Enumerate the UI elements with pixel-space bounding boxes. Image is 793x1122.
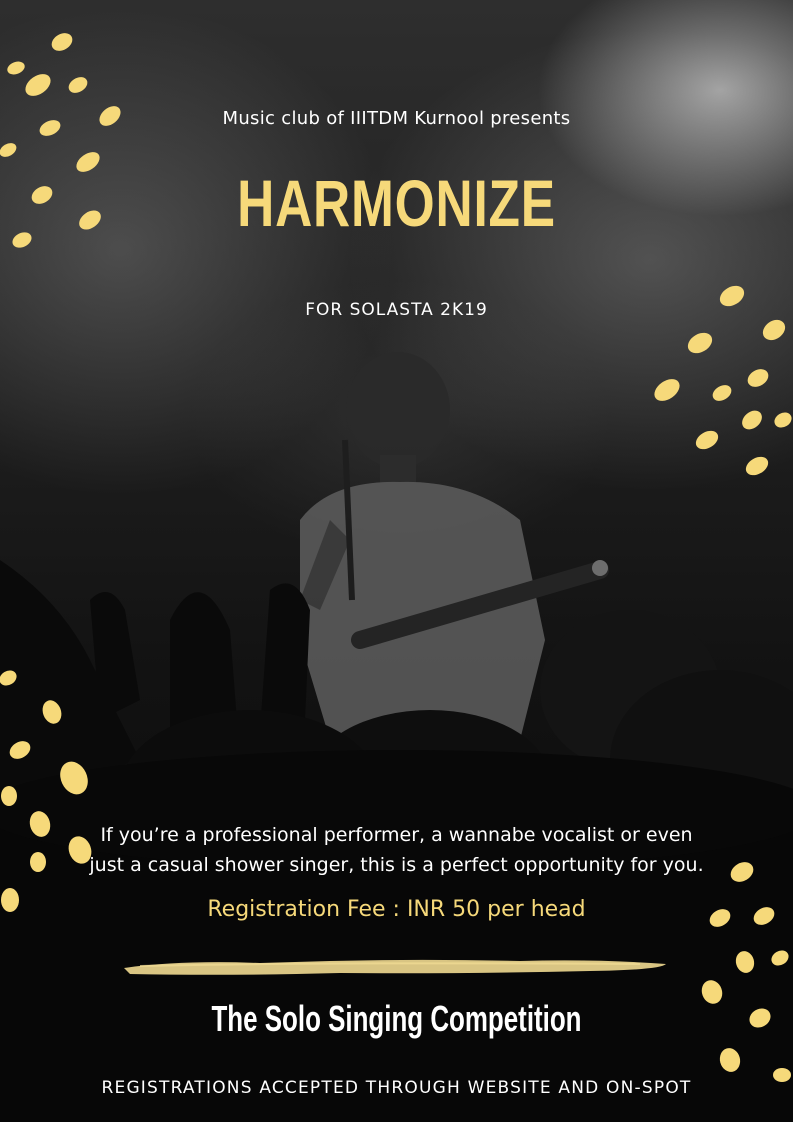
registration-fee: Registration Fee : INR 50 per head <box>207 897 586 922</box>
presenter-line: Music club of IIITDM Kurnool presents <box>222 108 571 129</box>
event-description: If you’re a professional performer, a wa… <box>0 820 793 880</box>
gold-brush-stroke-divider <box>124 959 666 975</box>
description-line: If you’re a professional performer, a wa… <box>100 824 693 846</box>
event-subtitle: FOR SOLASTA 2K19 <box>305 300 488 320</box>
description-line: just a casual shower singer, this is a p… <box>89 854 704 876</box>
event-title: HARMONIZE <box>237 166 556 240</box>
registration-info: REGISTRATIONS ACCEPTED THROUGH WEBSITE A… <box>101 1078 692 1098</box>
event-poster: Music club of IIITDM Kurnool presents HA… <box>0 0 793 1122</box>
competition-name: The Solo Singing Competition <box>211 998 582 1039</box>
